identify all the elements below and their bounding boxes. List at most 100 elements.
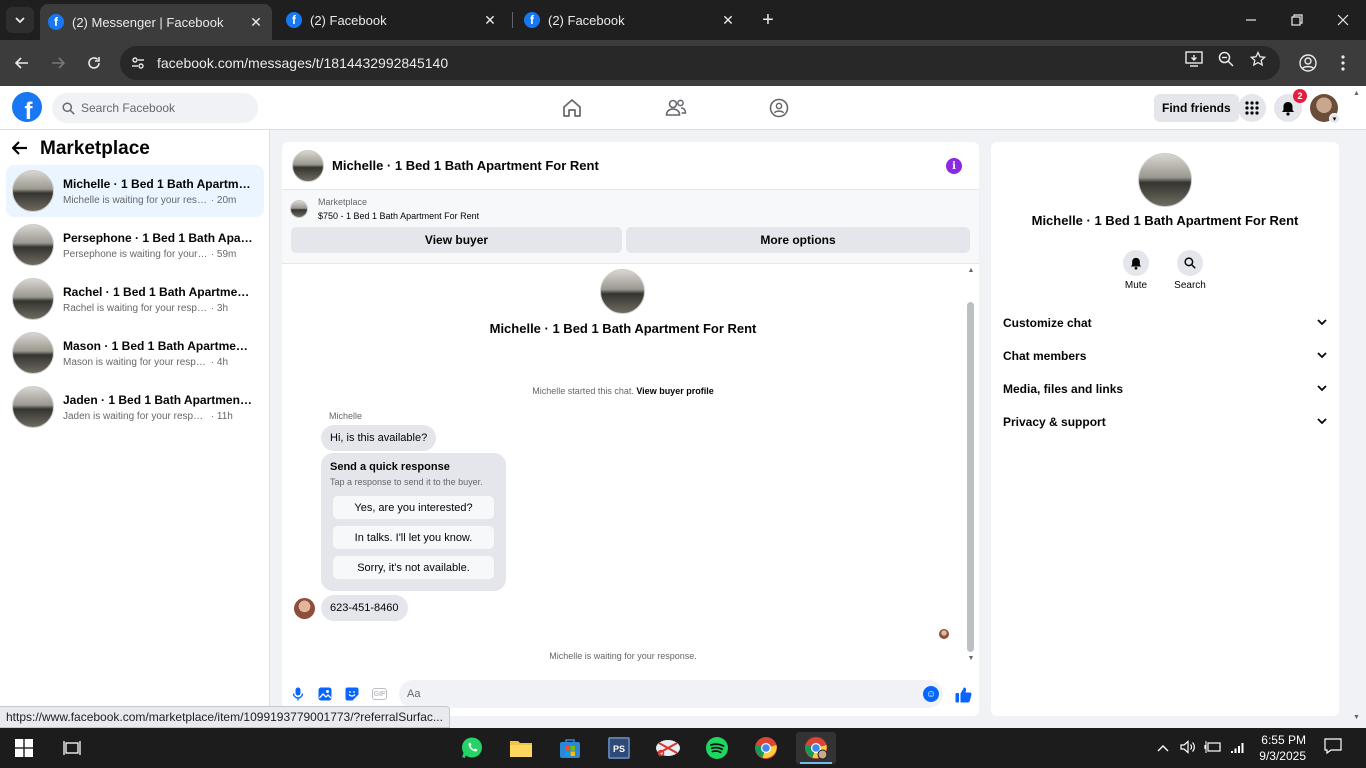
media-files-links-section[interactable]: Media, files and links [1003,376,1327,402]
clock-date: 9/3/2025 [1259,749,1306,763]
new-tab-button[interactable]: + [756,8,780,32]
avatar[interactable] [294,598,315,619]
chat-title[interactable]: Michelle · 1 Bed 1 Bath Apartment For Re… [332,158,599,173]
quick-response-option[interactable]: Yes, are you interested? [333,496,494,519]
system-clock[interactable]: 6:55 PM 9/3/2025 [1256,732,1306,764]
windows-start-icon[interactable] [4,732,44,764]
message-bubble[interactable]: Hi, is this available? [321,425,437,451]
page-scroll-down-icon[interactable]: ▼ [1353,714,1360,721]
quick-response-option[interactable]: Sorry, it's not available. [333,556,494,579]
bookmark-star-icon[interactable] [1248,49,1268,69]
listing-thumbnail[interactable] [292,149,324,182]
menu-button[interactable] [1238,94,1266,122]
conversation-item[interactable]: Jaden · 1 Bed 1 Bath Apartment Fo... Jad… [6,381,264,433]
profile-button[interactable] [1295,50,1321,76]
scrollbar-thumb[interactable] [967,302,974,652]
conversation-item[interactable]: Mason · 1 Bed 1 Bath Apartment F... Maso… [6,327,264,379]
view-buyer-profile-link[interactable]: View buyer profile [636,386,713,396]
snipping-tool-icon[interactable] [648,732,688,764]
microphone-icon[interactable] [290,686,306,702]
chevron-down-icon[interactable]: ▾ [1329,113,1340,124]
groups-nav-button[interactable] [767,96,791,120]
close-tab-icon[interactable]: ✕ [718,10,738,30]
back-arrow-icon[interactable] [11,139,28,160]
tab-facebook-2[interactable]: f (2) Facebook ✕ [516,4,744,36]
browser-menu-button[interactable] [1330,50,1356,76]
scroll-down-arrow-icon[interactable]: ▼ [965,655,977,662]
minimize-button[interactable] [1236,6,1266,34]
notification-badge: 2 [1293,89,1307,103]
listing-price[interactable]: $750 - 1 Bed 1 Bath Apartment For Rent [318,211,479,221]
conversation-title: Mason · 1 Bed 1 Bath Apartment F... [63,338,253,353]
conversation-item[interactable]: Rachel · 1 Bed 1 Bath Apartment F... Rac… [6,273,264,325]
conversation-title: Persephone · 1 Bed 1 Bath Apartm... [63,230,253,245]
file-explorer-icon[interactable] [501,732,541,764]
conversation-item[interactable]: Persephone · 1 Bed 1 Bath Apartm... Pers… [6,219,264,271]
conversation-sidebar: Marketplace Michelle · 1 Bed 1 Bath Apar… [0,130,270,728]
customize-chat-section[interactable]: Customize chat [1003,310,1327,336]
battery-icon[interactable] [1204,740,1222,757]
chevron-up-icon[interactable] [1157,740,1169,755]
facebook-logo[interactable]: f [12,92,42,122]
home-nav-button[interactable] [560,96,584,120]
mute-button[interactable]: Mute [1116,250,1156,291]
install-app-icon[interactable] [1184,49,1204,69]
conversation-title: Jaden · 1 Bed 1 Bath Apartment Fo... [63,392,253,407]
zoom-icon[interactable] [1216,49,1236,69]
message-input[interactable] [407,688,907,700]
search-conversation-button[interactable]: Search [1170,250,1210,291]
sender-name: Michelle [329,411,363,421]
chrome-icon[interactable] [746,732,786,764]
find-friends-button[interactable]: Find friends [1154,94,1239,122]
info-icon[interactable]: i [946,158,962,174]
emoji-icon[interactable]: ☺ [923,686,939,702]
scroll-up-arrow-icon[interactable]: ▲ [965,267,977,274]
quick-response-title: Send a quick response [330,461,450,473]
view-buyer-button[interactable]: View buyer [291,227,622,253]
microsoft-store-icon[interactable] [550,732,590,764]
back-button[interactable] [9,50,35,76]
spotify-icon[interactable] [697,732,737,764]
sticker-icon[interactable] [344,686,360,702]
close-window-button[interactable] [1328,6,1358,34]
notification-center-icon[interactable] [1324,738,1342,757]
more-options-button[interactable]: More options [626,227,970,253]
photoshop-icon[interactable]: PS [599,732,639,764]
chat-header: Michelle · 1 Bed 1 Bath Apartment For Re… [282,142,979,190]
privacy-support-section[interactable]: Privacy & support [1003,409,1327,435]
listing-thumbnail [1138,153,1192,207]
forward-button[interactable] [45,50,71,76]
tab-messenger[interactable]: f (2) Messenger | Facebook ✕ [40,4,272,40]
quick-response-option[interactable]: In talks. I'll let you know. [333,526,494,549]
url-text[interactable]: facebook.com/messages/t/1814432992845140 [157,55,1280,71]
section-label: Customize chat [1003,316,1092,330]
volume-icon[interactable] [1180,740,1196,757]
search-input[interactable] [81,101,241,115]
tab-facebook-1[interactable]: f (2) Facebook ✕ [278,4,506,36]
facebook-search[interactable] [52,93,258,123]
site-info-icon[interactable] [123,48,153,78]
message-input-box[interactable]: ☺ [399,680,943,708]
message-bubble[interactable]: 623-451-8460 [321,595,408,621]
chrome-profile-icon[interactable] [796,732,836,764]
whatsapp-icon[interactable] [452,732,492,764]
page-scroll-up-icon[interactable]: ▲ [1353,90,1360,97]
restore-button[interactable] [1282,6,1312,34]
close-tab-icon[interactable]: ✕ [246,12,266,32]
conversation-item[interactable]: Michelle · 1 Bed 1 Bath Apartment ... Mi… [6,165,264,217]
chat-members-section[interactable]: Chat members [1003,343,1327,369]
task-view-icon[interactable] [52,732,92,764]
address-bar[interactable]: facebook.com/messages/t/1814432992845140 [120,46,1280,80]
gif-icon[interactable]: GIF [372,688,387,700]
link-status-bubble: https://www.facebook.com/marketplace/ite… [0,706,450,728]
listing-thumbnail[interactable] [290,200,308,218]
tab-search-button[interactable] [6,7,34,33]
quick-response-card: Send a quick response Tap a response to … [321,453,506,591]
wifi-icon[interactable] [1230,740,1246,757]
photo-icon[interactable] [317,686,333,702]
reload-button[interactable] [81,50,107,76]
close-tab-icon[interactable]: ✕ [480,10,500,30]
friends-nav-button[interactable] [664,96,688,120]
tab-separator [512,12,513,28]
like-thumbs-up-icon[interactable] [954,685,972,703]
